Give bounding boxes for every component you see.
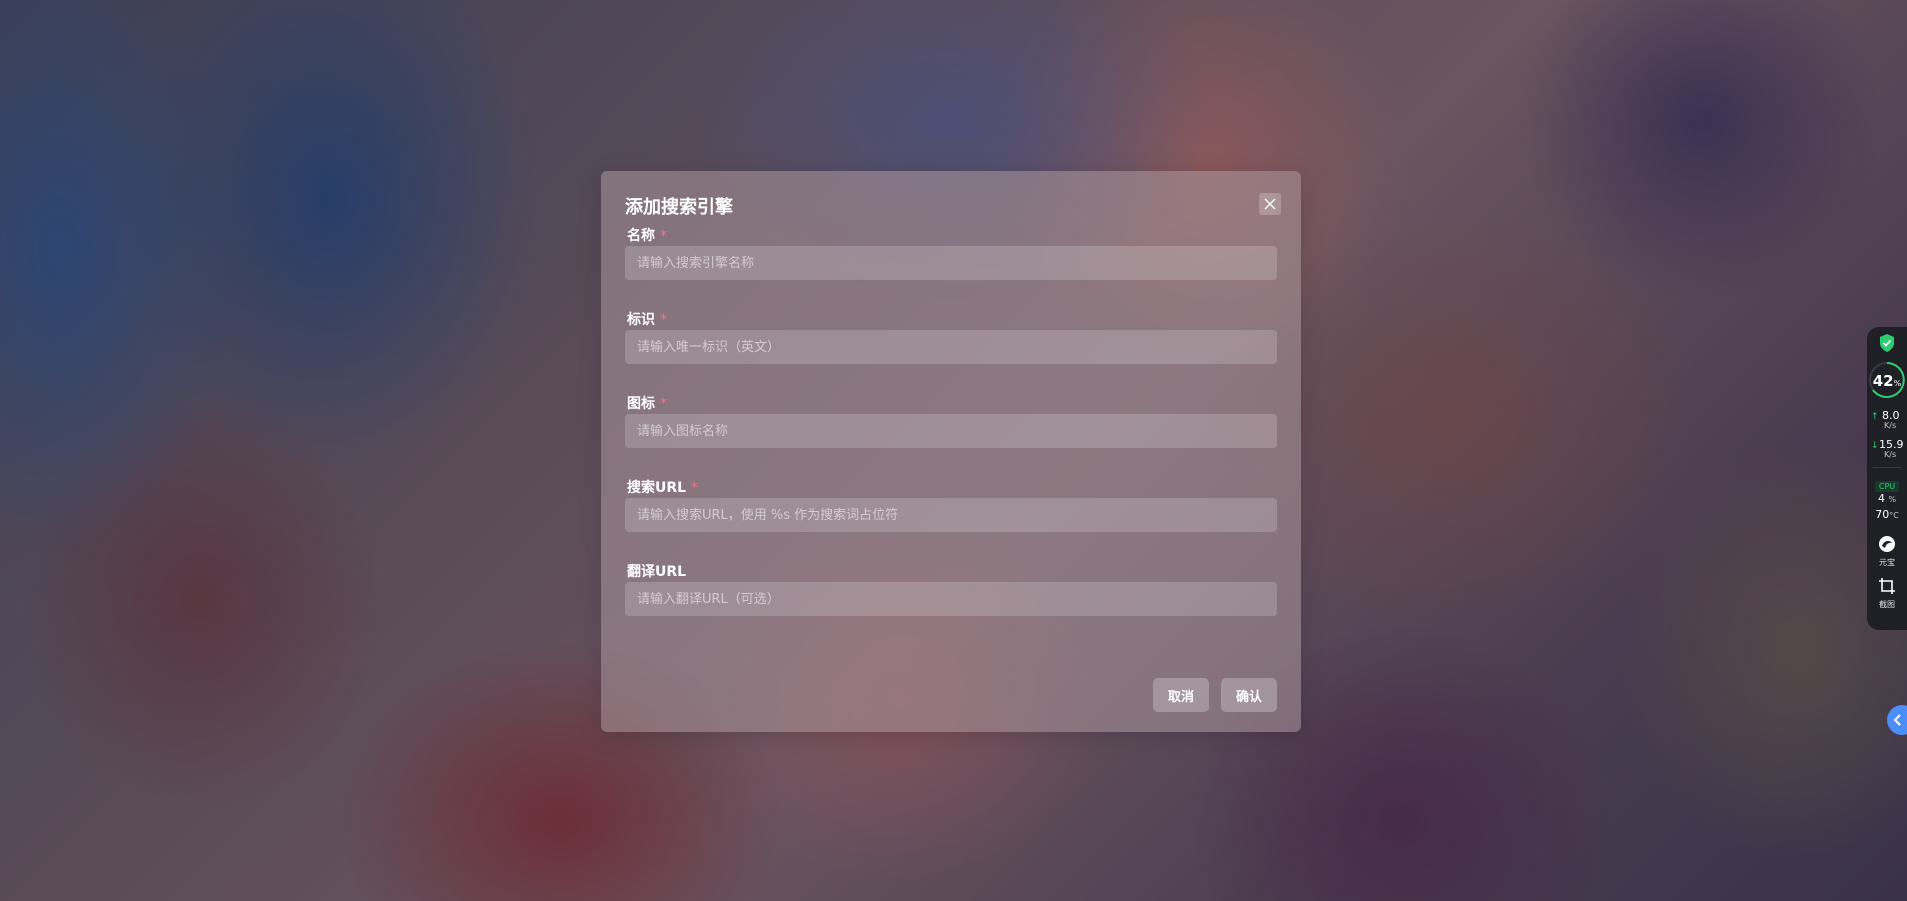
required-mark: *: [660, 396, 667, 412]
cpu-temp-unit: °C: [1889, 511, 1899, 520]
search-url-label: 搜索URL *: [627, 480, 699, 496]
cpu-usage-unit: %: [1888, 495, 1897, 504]
divider: [1873, 467, 1901, 468]
translate-url-input[interactable]: [625, 582, 1277, 616]
search-url-input[interactable]: [625, 498, 1277, 532]
yuanbao-icon: [1879, 536, 1895, 552]
icon-label: 图标 *: [627, 396, 667, 412]
crop-icon: [1879, 578, 1895, 594]
usage-ring[interactable]: 42%: [1867, 359, 1907, 399]
system-monitor-widget: 42% ↑ 8.0 K/s ↓ 15.9 K/s CPU 4 % 70°C 元宝…: [1867, 327, 1907, 630]
close-button[interactable]: [1259, 193, 1281, 215]
identifier-label: 标识 *: [627, 312, 667, 328]
yuanbao-label: 元宝: [1879, 558, 1895, 567]
translate-url-label: 翻译URL: [627, 564, 687, 580]
download-speed: ↓ 15.9 K/s: [1867, 438, 1907, 462]
screenshot-label: 截图: [1879, 600, 1895, 609]
download-unit: K/s: [1884, 450, 1897, 459]
name-input[interactable]: [625, 246, 1277, 280]
icon-input[interactable]: [625, 414, 1277, 448]
usage-unit: %: [1893, 379, 1902, 388]
arrow-down-icon: ↓: [1871, 441, 1879, 451]
usage-value: 42: [1872, 372, 1894, 390]
required-mark: *: [691, 480, 699, 496]
confirm-button[interactable]: 确认: [1221, 678, 1277, 712]
cpu-label: CPU: [1874, 481, 1900, 492]
upload-speed: ↑ 8.0 K/s: [1867, 409, 1907, 433]
upload-unit: K/s: [1884, 421, 1897, 430]
screenshot-button[interactable]: 截图: [1867, 577, 1907, 610]
identifier-input[interactable]: [625, 330, 1277, 364]
yuanbao-button[interactable]: 元宝: [1867, 535, 1907, 568]
chevron-left-icon: [1893, 714, 1901, 726]
required-mark: *: [660, 228, 667, 244]
cpu-temperature: 70°C: [1867, 508, 1907, 521]
name-label: 名称 *: [627, 228, 667, 244]
close-icon: [1264, 198, 1276, 210]
dialog-title: 添加搜索引擎: [625, 197, 733, 218]
cpu-usage: 4 %: [1867, 492, 1907, 505]
cpu-temp-value: 70: [1875, 508, 1890, 521]
add-search-engine-dialog: 添加搜索引擎 名称* 标识* 图标* 搜索URL* 翻译URL 取消 确认: [601, 171, 1301, 732]
shield-icon[interactable]: [1867, 333, 1907, 357]
cpu-section[interactable]: CPU: [1867, 474, 1907, 493]
cancel-button[interactable]: 取消: [1153, 678, 1209, 712]
cpu-usage-value: 4: [1877, 492, 1885, 505]
required-mark: *: [660, 312, 667, 328]
arrow-up-icon: ↑: [1871, 412, 1879, 422]
